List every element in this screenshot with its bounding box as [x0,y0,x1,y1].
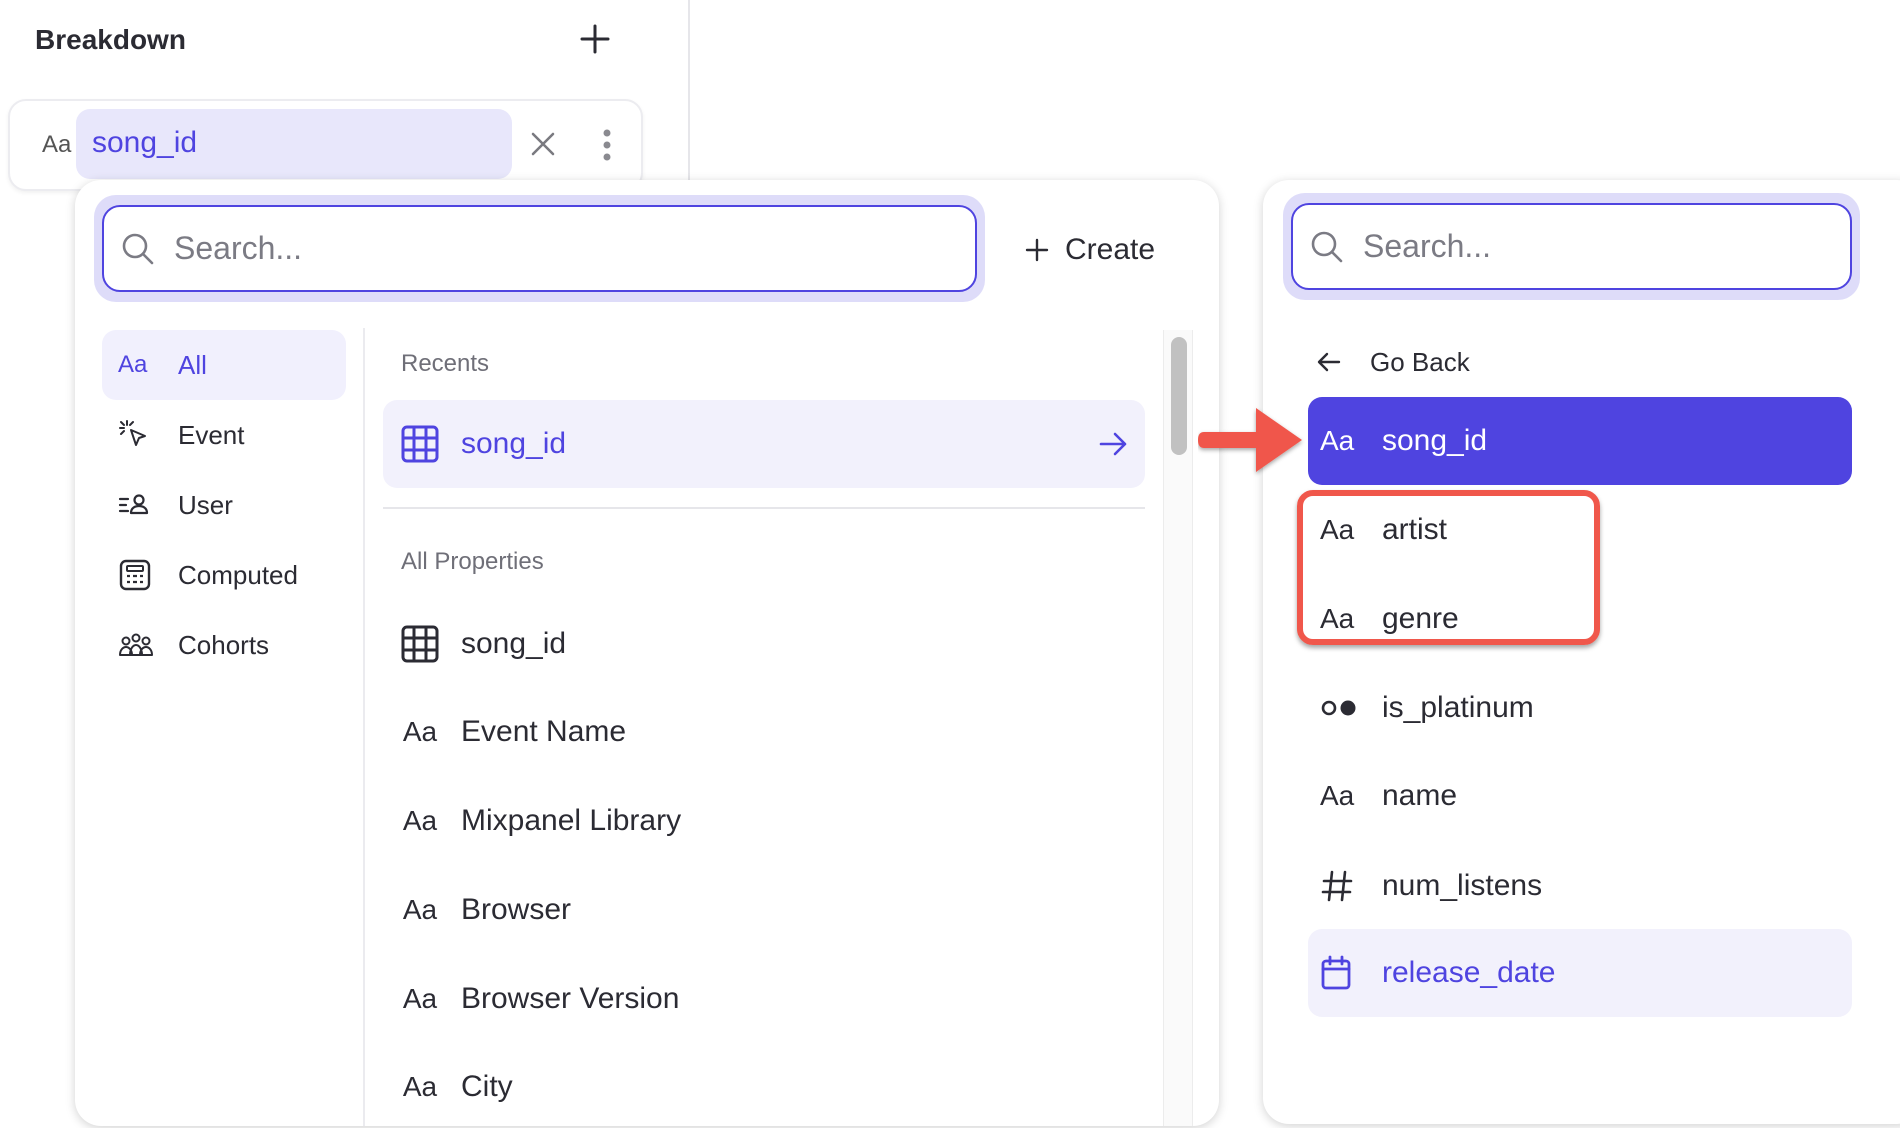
submenu-item-label: release_date [1382,956,1556,989]
panel-divider [363,328,365,1126]
event-cursor-icon [118,420,154,450]
search-icon [1311,231,1343,263]
scrollbar-thumb[interactable] [1171,337,1187,455]
category-computed[interactable]: Computed [102,540,346,610]
property-item[interactable]: song_id [383,609,1145,679]
add-breakdown-button[interactable] [578,22,612,56]
plus-icon [1025,238,1049,262]
number-hash-icon [1320,865,1360,907]
submenu-item-label: song_id [1382,424,1488,457]
breakdown-more-button[interactable] [595,125,619,165]
calendar-icon [1320,952,1360,994]
submenu-item-label: name [1382,779,1458,812]
arrow-right-icon [1099,432,1127,456]
submenu-item-name[interactable]: Aa name [1308,752,1852,840]
category-label: Cohorts [178,629,270,660]
text-type-icon: Aa [1320,603,1355,634]
property-label: Mixpanel Library [461,804,682,837]
create-button[interactable]: Create [1025,228,1155,272]
property-label: City [461,1070,513,1103]
section-divider [383,507,1145,509]
more-vertical-icon [603,129,611,161]
all-properties-label: All Properties [401,548,544,575]
cohorts-icon [118,630,154,660]
property-label: Browser Version [461,982,680,1015]
search-input[interactable] [1363,215,1834,278]
scrollbar[interactable] [1163,330,1193,1126]
breakdown-field[interactable]: song_id [76,109,512,179]
go-back-label: Go Back [1370,346,1470,377]
search-field-wrapper [94,195,985,302]
search-field-wrapper [1283,193,1860,300]
property-submenu-popup: Go Back Aa song_id Aa artist Aa genre is… [1263,180,1900,1124]
property-item[interactable]: Aa Browser Version [383,964,1145,1034]
submenu-item-genre[interactable]: Aa genre [1308,575,1852,663]
breakdown-field-value: song_id [92,126,198,159]
search-icon [122,233,154,265]
category-event[interactable]: Event [102,400,346,470]
calculator-icon [118,559,154,591]
text-type-icon: Aa [402,1071,438,1102]
category-cohorts[interactable]: Cohorts [102,610,346,680]
category-label: User [178,489,233,520]
recent-item[interactable]: song_id [383,400,1145,488]
submenu-item-artist[interactable]: Aa artist [1308,486,1852,574]
breakdown-title: Breakdown [35,24,186,55]
submenu-item-num-listens[interactable]: num_listens [1308,842,1852,930]
text-type-icon: Aa [402,983,438,1014]
submenu-item-song-id[interactable]: Aa song_id [1308,397,1852,485]
property-item[interactable]: Aa Event Name [383,697,1145,767]
text-type-icon: Aa [1320,514,1355,545]
create-label: Create [1065,233,1156,266]
table-grid-icon [399,423,441,465]
category-all[interactable]: Aa All [102,330,346,400]
search-field[interactable] [102,205,977,292]
submenu-item-is-platinum[interactable]: is_platinum [1308,664,1852,752]
go-back-button[interactable]: Go Back [1316,340,1470,384]
submenu-item-label: num_listens [1382,869,1543,902]
text-type-icon: Aa [402,805,438,836]
text-type-icon: Aa [118,351,148,378]
recent-item-label: song_id [461,427,567,460]
submenu-item-label: artist [1382,513,1448,546]
table-grid-icon [399,623,441,665]
property-label: song_id [461,627,567,660]
submenu-item-label: genre [1382,602,1459,635]
text-type-icon: Aa [1320,780,1355,811]
category-label: All [178,349,207,380]
search-field[interactable] [1291,203,1852,290]
submenu-item-label: is_platinum [1382,691,1534,724]
arrow-left-icon [1317,352,1341,372]
recents-label: Recents [401,350,490,377]
property-item[interactable]: Aa City [383,1052,1145,1122]
property-item[interactable]: Aa Browser [383,875,1145,945]
property-label: Event Name [461,715,627,748]
property-picker-popup: Create Aa All Event User Computed [75,180,1219,1126]
property-item[interactable]: Aa Mixpanel Library [383,786,1145,856]
breakdown-chip[interactable]: Aa song_id [8,99,643,191]
plus-icon [580,24,610,54]
search-input[interactable] [174,217,959,280]
remove-breakdown-button[interactable] [527,128,559,160]
category-user[interactable]: User [102,470,346,540]
user-icon [118,490,154,520]
text-type-icon: Aa [402,716,438,747]
boolean-icon [1320,687,1360,729]
category-label: Computed [178,559,298,590]
text-type-icon: Aa [1320,425,1355,456]
text-type-icon: Aa [402,894,438,925]
text-type-icon: Aa [42,131,72,158]
category-list: Aa All Event User Computed Cohorts [102,330,346,680]
submenu-item-release-date[interactable]: release_date [1308,929,1852,1017]
property-label: Browser [461,893,572,926]
close-icon [531,132,555,156]
category-label: Event [178,419,245,450]
